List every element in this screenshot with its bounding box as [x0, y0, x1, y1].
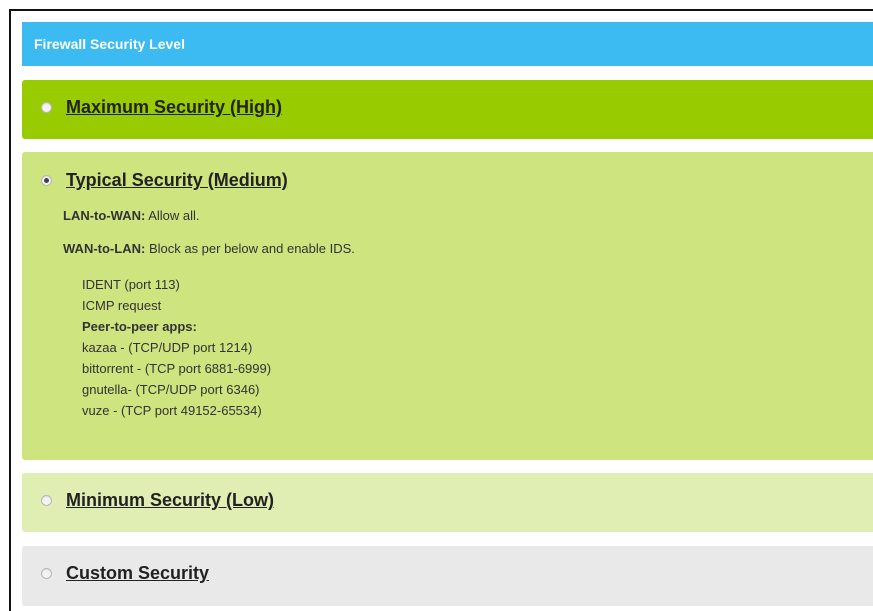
radio-custom[interactable] [41, 568, 52, 579]
option-label-custom[interactable]: Custom Security [66, 563, 209, 584]
option-panel-medium[interactable]: Typical Security (Medium) LAN-to-WAN: Al… [22, 152, 873, 460]
wan-to-lan-label: WAN-to-LAN: [63, 241, 146, 256]
option-row-custom[interactable]: Custom Security [41, 563, 209, 584]
option-panel-high[interactable]: Maximum Security (High) [22, 80, 873, 139]
option-row-low[interactable]: Minimum Security (Low) [41, 490, 274, 511]
lan-to-wan-text: Allow all. [148, 208, 200, 223]
option-row-high[interactable]: Maximum Security (High) [41, 97, 282, 118]
list-item: IDENT (port 113) [82, 277, 180, 292]
blocked-services-list: IDENT (port 113) ICMP request Peer-to-pe… [82, 274, 355, 421]
section-title: Firewall Security Level [34, 36, 185, 52]
option-label-low[interactable]: Minimum Security (Low) [66, 490, 274, 511]
option-panel-low[interactable]: Minimum Security (Low) [22, 473, 873, 532]
option-panel-custom[interactable]: Custom Security [22, 546, 873, 606]
lan-to-wan-rule: LAN-to-WAN: Allow all. [63, 208, 355, 223]
list-item: vuze - (TCP port 49152-65534) [82, 403, 262, 418]
lan-to-wan-label: LAN-to-WAN: [63, 208, 146, 223]
wan-to-lan-text: Block as per below and enable IDS. [148, 241, 355, 256]
medium-details: LAN-to-WAN: Allow all. WAN-to-LAN: Block… [63, 208, 355, 421]
list-item: gnutella- (TCP/UDP port 6346) [82, 382, 260, 397]
list-item: ICMP request [82, 298, 162, 313]
p2p-heading: Peer-to-peer apps: [82, 319, 197, 334]
radio-low[interactable] [41, 495, 52, 506]
radio-medium[interactable] [41, 175, 52, 186]
option-label-medium[interactable]: Typical Security (Medium) [66, 170, 288, 191]
option-label-high[interactable]: Maximum Security (High) [66, 97, 282, 118]
list-item: bittorrent - (TCP port 6881-6999) [82, 361, 272, 376]
wan-to-lan-rule: WAN-to-LAN: Block as per below and enabl… [63, 241, 355, 256]
list-item: kazaa - (TCP/UDP port 1214) [82, 340, 253, 355]
radio-high[interactable] [41, 102, 52, 113]
section-header: Firewall Security Level [22, 22, 873, 66]
option-row-medium[interactable]: Typical Security (Medium) [41, 170, 288, 191]
